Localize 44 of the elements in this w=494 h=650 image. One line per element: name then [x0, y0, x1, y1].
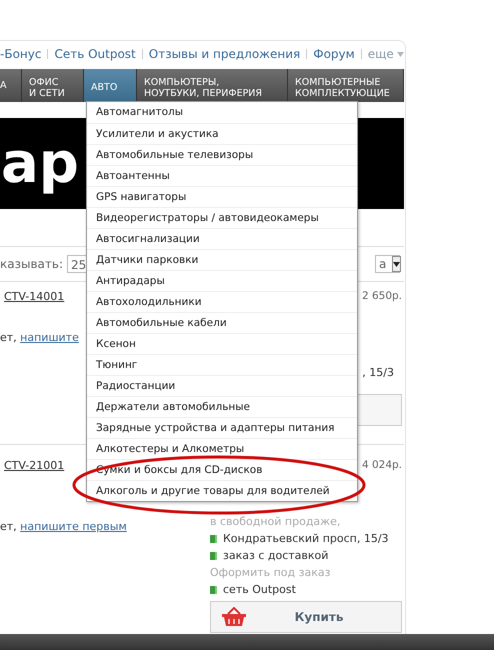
menu-item[interactable]: Алкоголь и другие товары для водителей	[87, 480, 357, 501]
nav-link[interactable]: Форум	[313, 47, 355, 61]
nav-tab[interactable]: АВТО	[84, 69, 137, 102]
store-text: заказ с доставкой	[223, 549, 328, 562]
menu-item[interactable]: Ксенон	[87, 333, 357, 354]
nav-link[interactable]: -Бонус	[0, 47, 42, 61]
nav-link[interactable]: Отзывы и предложения	[148, 47, 300, 61]
status-text: в свободной продаже,	[210, 515, 340, 528]
menu-item[interactable]: Автосигнализации	[87, 228, 357, 249]
store-text: , 15/3	[362, 366, 394, 379]
menu-item[interactable]: Автомагнитолы	[87, 102, 357, 123]
menu-item[interactable]: Держатели автомобильные	[87, 396, 357, 417]
stock-icon	[210, 552, 217, 560]
stock-icon	[210, 586, 217, 594]
menu-item[interactable]: GPS навигаторы	[87, 186, 357, 207]
price: 4 024р.	[362, 459, 402, 471]
store-text: сеть Outpost	[223, 583, 296, 596]
menu-item[interactable]: Автомобильные телевизоры	[87, 144, 357, 165]
menu-item[interactable]: Автомобильные кабели	[87, 312, 357, 333]
logo-text: ap	[1, 130, 79, 198]
menu-item[interactable]: Усилители и акустика	[87, 123, 357, 144]
menu-item[interactable]: Автохолодильники	[87, 291, 357, 312]
menu-item[interactable]: Алкотестеры и Алкометры	[87, 438, 357, 459]
review-link[interactable]: напишите	[20, 331, 79, 344]
menu-item[interactable]: Датчики парковки	[87, 249, 357, 270]
review-link[interactable]: напишите первым	[20, 520, 127, 533]
nav-link[interactable]: Сеть Outpost	[54, 47, 136, 61]
price: 2 650р.	[362, 290, 402, 302]
nav-tab[interactable]: А	[0, 69, 22, 102]
review-text: ет, напишите первым	[0, 520, 128, 533]
menu-item[interactable]: Тюнинг	[87, 354, 357, 375]
menu-item[interactable]: Зарядные устройства и адаптеры питания	[87, 417, 357, 438]
basket-icon	[221, 607, 247, 627]
stock-icon	[210, 534, 217, 542]
sort-select[interactable]: а	[375, 255, 400, 273]
status-text: Оформить под заказ	[210, 566, 330, 579]
menu-item[interactable]: Видеорегистраторы / автовидеокамеры	[87, 207, 357, 228]
menu-item[interactable]: Антирадары	[87, 270, 357, 291]
caret-icon	[396, 52, 404, 56]
menu-item[interactable]: Радиостанции	[87, 375, 357, 396]
show-label: казывать:	[0, 257, 63, 271]
store-text: Кондратьевский просп, 15/3	[223, 532, 389, 545]
buy-button[interactable]: Купить	[210, 601, 402, 633]
menu-item[interactable]: Автоантенны	[87, 165, 357, 186]
